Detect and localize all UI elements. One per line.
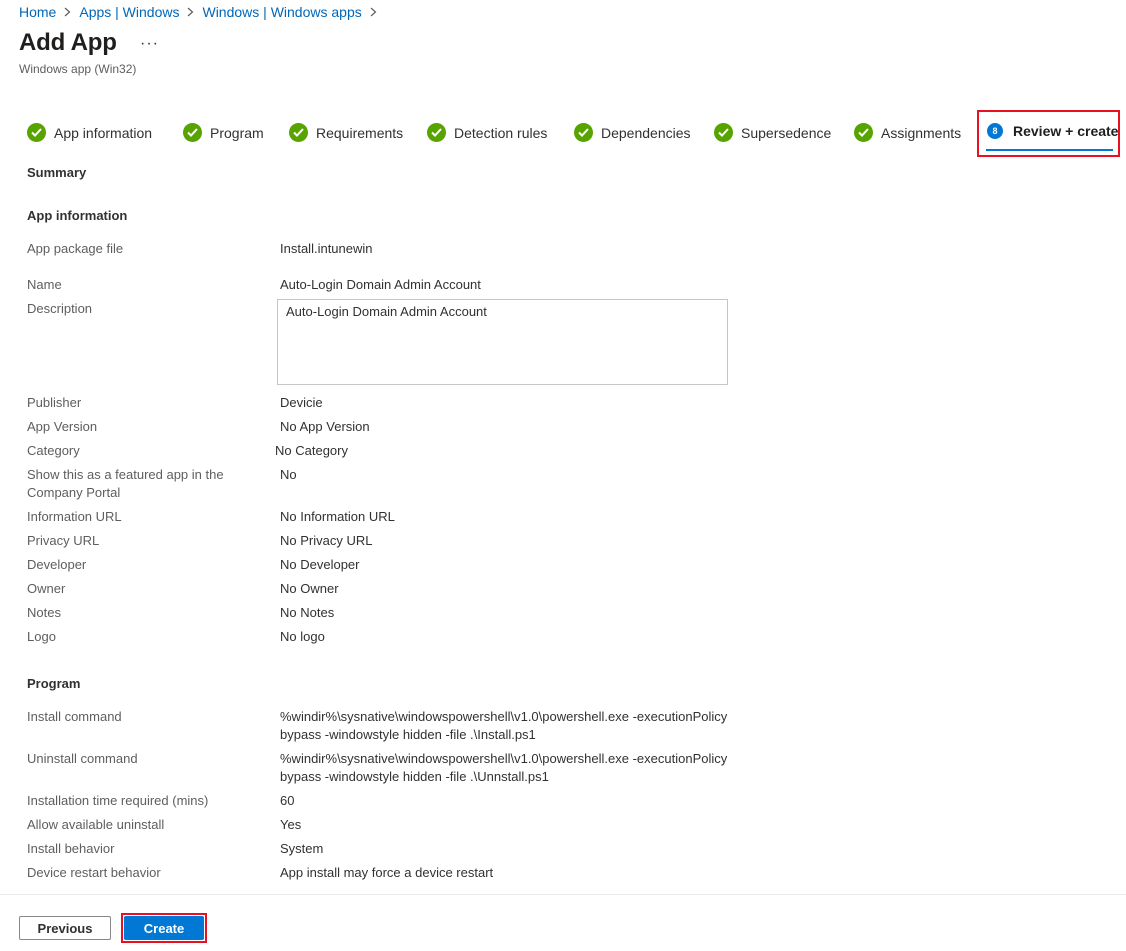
install-time-value: 60: [280, 793, 295, 808]
information-url-value: No Information URL: [280, 509, 395, 524]
app-version-label: App Version: [27, 419, 98, 434]
breadcrumb: Home Apps | Windows Windows | Windows ap…: [19, 2, 385, 22]
publisher-label: Publisher: [27, 395, 82, 410]
uninstall-command-line2: bypass -windowstyle hidden -file .\Unnst…: [280, 769, 549, 784]
name-label: Name: [27, 277, 62, 292]
previous-button[interactable]: Previous: [19, 916, 111, 940]
description-textbox: Auto-Login Domain Admin Account: [277, 299, 728, 385]
restart-behavior-label: Device restart behavior: [27, 865, 161, 880]
information-url-label: Information URL: [27, 509, 122, 524]
step-label: Requirements: [316, 124, 404, 141]
checkmark-icon: [289, 123, 308, 142]
step-label: Program: [210, 124, 264, 141]
highlight-annotation-box: [977, 110, 1120, 157]
summary-heading: Summary: [27, 165, 87, 180]
checkmark-icon: [574, 123, 593, 142]
page-title: Add App: [19, 29, 117, 56]
page-subtitle: Windows app (Win32): [19, 62, 137, 76]
category-label: Category: [27, 443, 80, 458]
checkmark-icon: [427, 123, 446, 142]
install-command-line2: bypass -windowstyle hidden -file .\Insta…: [280, 727, 536, 742]
tab-dependencies[interactable]: Dependencies: [574, 123, 691, 142]
publisher-value: Devicie: [280, 395, 323, 410]
breadcrumb-home[interactable]: Home: [19, 4, 56, 20]
package-file-label: App package file: [27, 241, 124, 256]
chevron-right-icon: [370, 7, 377, 17]
chevron-right-icon: [187, 7, 194, 17]
program-heading: Program: [27, 676, 81, 691]
step-label: App information: [54, 124, 153, 141]
step-label: Supersedence: [741, 124, 832, 141]
install-command-line1: %windir%\sysnative\windowspowershell\v1.…: [280, 709, 728, 724]
featured-label: Show this as a featured app in the Compa…: [27, 467, 224, 500]
category-value: No Category: [275, 443, 348, 458]
create-button[interactable]: Create: [124, 916, 204, 940]
tab-requirements[interactable]: Requirements: [289, 123, 403, 142]
description-label: Description: [27, 301, 93, 316]
checkmark-icon: [854, 123, 873, 142]
owner-label: Owner: [27, 581, 66, 596]
tab-detection-rules[interactable]: Detection rules: [427, 123, 547, 142]
notes-label: Notes: [27, 605, 61, 620]
developer-value: No Developer: [280, 557, 360, 572]
tab-assignments[interactable]: Assignments: [854, 123, 961, 142]
logo-label: Logo: [27, 629, 56, 644]
uninstall-command-label: Uninstall command: [27, 751, 138, 766]
notes-value: No Notes: [280, 605, 335, 620]
tab-supersedence[interactable]: Supersedence: [714, 123, 831, 142]
wizard-steps: App information Program Requirements Det…: [0, 110, 1126, 160]
app-information-heading: App information: [27, 208, 128, 223]
owner-value: No Owner: [280, 581, 339, 596]
uninstall-command-line1: %windir%\sysnative\windowspowershell\v1.…: [280, 751, 728, 766]
install-behavior-label: Install behavior: [27, 841, 115, 856]
checkmark-icon: [714, 123, 733, 142]
checkmark-icon: [183, 123, 202, 142]
name-value: Auto-Login Domain Admin Account: [280, 277, 481, 292]
checkmark-icon: [27, 123, 46, 142]
package-file-value: Install.intunewin: [280, 241, 373, 256]
allow-uninstall-label: Allow available uninstall: [27, 817, 165, 832]
footer-action-bar: Previous Create: [0, 894, 1126, 951]
restart-behavior-value: App install may force a device restart: [280, 865, 494, 880]
install-command-label: Install command: [27, 709, 122, 724]
breadcrumb-apps-windows[interactable]: Apps | Windows: [79, 4, 179, 20]
more-options-button[interactable]: ···: [140, 35, 159, 53]
step-label: Detection rules: [454, 124, 548, 141]
app-version-value: No App Version: [280, 419, 370, 434]
breadcrumb-windows-apps[interactable]: Windows | Windows apps: [202, 4, 361, 20]
allow-uninstall-value: Yes: [280, 817, 302, 832]
step-label: Dependencies: [601, 124, 691, 141]
tab-program[interactable]: Program: [183, 123, 264, 142]
privacy-url-value: No Privacy URL: [280, 533, 373, 548]
featured-value: No: [280, 467, 297, 482]
tab-app-information[interactable]: App information: [27, 123, 152, 142]
install-behavior-value: System: [280, 841, 324, 856]
logo-value: No logo: [280, 629, 325, 644]
chevron-right-icon: [64, 7, 71, 17]
install-time-label: Installation time required (mins): [27, 793, 209, 808]
developer-label: Developer: [27, 557, 87, 572]
privacy-url-label: Privacy URL: [27, 533, 100, 548]
step-label: Assignments: [881, 124, 962, 141]
